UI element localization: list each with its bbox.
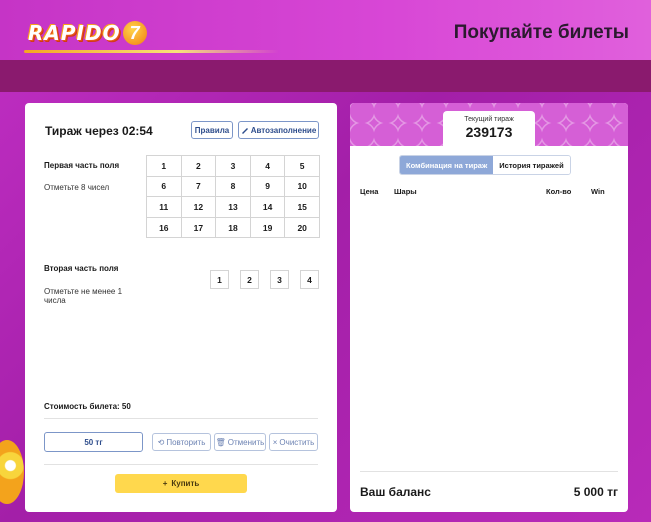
ticket-cost: Стоимость билета: 50 — [44, 402, 131, 411]
number-cell[interactable]: 18 — [216, 217, 251, 239]
rules-button-label: Правила — [194, 125, 230, 135]
draw-panel: Текущий тираж 239173 Комбинация на тираж… — [350, 103, 628, 512]
repeat-button-label: Повторить — [166, 437, 206, 447]
number-cell[interactable]: 8 — [216, 176, 251, 198]
cancel-button[interactable]: 🗑 Отменить — [214, 433, 266, 451]
number-cell[interactable]: 9 — [250, 176, 286, 198]
logo-underline — [24, 50, 279, 53]
second-part-hint-line2: числа — [44, 296, 66, 305]
number-cell[interactable]: 5 — [285, 156, 320, 177]
rapido-logo[interactable]: RAPIDO 7 — [28, 18, 147, 48]
draw-timer: Тираж через 02:54 — [45, 124, 153, 138]
column-price: Цена — [360, 187, 379, 196]
tab-history[interactable]: История тиражей — [493, 156, 570, 174]
cancel-button-label: Отменить — [227, 437, 265, 447]
second-number-grid: 1 2 3 4 — [210, 270, 319, 289]
number-cell[interactable]: 1 — [210, 270, 229, 289]
number-cell[interactable]: 3 — [216, 156, 251, 177]
logo-text: RAPIDO — [28, 21, 121, 45]
top-bar: RAPIDO 7 Покупайте билеты — [0, 0, 651, 60]
draw-tabs: Комбинация на тираж История тиражей — [399, 155, 571, 175]
number-cell[interactable]: 6 — [147, 176, 182, 198]
number-cell[interactable]: 2 — [240, 270, 259, 289]
repeat-icon: ⟲ — [157, 437, 165, 447]
divider — [44, 464, 318, 465]
number-cell[interactable]: 19 — [250, 217, 286, 239]
autofill-button-label: Автозаполнение — [250, 125, 317, 135]
repeat-button[interactable]: ⟲ Повторить — [152, 433, 211, 451]
divider — [360, 471, 618, 472]
column-quantity: Кол-во — [546, 187, 572, 196]
autofill-button[interactable]: Автозаполнение — [238, 121, 319, 139]
first-part-title: Первая часть поля — [44, 161, 120, 170]
number-cell[interactable]: 16 — [147, 217, 182, 239]
number-cell[interactable]: 7 — [181, 176, 217, 198]
number-cell[interactable]: 3 — [270, 270, 289, 289]
buy-button-label: Купить — [171, 479, 200, 488]
close-icon: × — [272, 437, 278, 447]
first-part-hint: Отметьте 8 чисел — [44, 183, 110, 192]
ticket-panel: Тираж через 02:54 Правила Автозаполнение… — [25, 103, 337, 512]
number-cell[interactable]: 1 — [147, 156, 182, 177]
second-part-title: Вторая часть поля — [44, 264, 119, 273]
plus-icon: + — [162, 479, 168, 488]
current-draw-label: Текущий тираж — [464, 116, 514, 123]
number-cell[interactable]: 2 — [181, 156, 217, 177]
balance-value: 5 000 тг — [573, 485, 618, 499]
current-draw-box: Текущий тираж 239173 — [443, 111, 535, 147]
logo-number: 7 — [122, 21, 147, 45]
divider — [44, 418, 318, 419]
number-cell[interactable]: 4 — [250, 156, 286, 177]
trash-icon: 🗑 — [215, 437, 226, 447]
number-cell[interactable]: 17 — [181, 217, 217, 239]
buy-button[interactable]: + Купить — [115, 474, 247, 493]
current-draw-number: 239173 — [465, 124, 513, 140]
number-cell[interactable]: 15 — [285, 197, 320, 218]
column-win: Win — [591, 187, 605, 196]
number-cell[interactable]: 4 — [300, 270, 319, 289]
balance-label: Ваш баланс — [360, 485, 431, 499]
second-part-hint-line1: Отметьте не менее 1 — [44, 287, 123, 296]
number-cell[interactable]: 10 — [285, 176, 320, 198]
clear-button[interactable]: × Очистить — [269, 433, 318, 451]
rules-button[interactable]: Правила — [191, 121, 233, 139]
header-band — [0, 60, 651, 92]
lottery-ball-decoration — [0, 440, 24, 504]
amount-field[interactable]: 50 тг — [44, 432, 143, 452]
clear-button-label: Очистить — [279, 437, 315, 447]
number-cell[interactable]: 20 — [285, 217, 320, 239]
number-cell[interactable]: 11 — [147, 197, 182, 218]
page-title: Покупайте билеты — [453, 22, 629, 43]
number-cell[interactable]: 12 — [181, 197, 217, 218]
tab-combinations[interactable]: Комбинация на тираж — [400, 156, 494, 174]
first-number-grid: 1 2 3 4 5 6 7 8 9 10 11 12 13 14 15 16 1… — [146, 155, 320, 239]
column-balls: Шары — [394, 187, 417, 196]
number-cell[interactable]: 13 — [216, 197, 251, 218]
pencil-icon — [241, 128, 248, 134]
number-cell[interactable]: 14 — [250, 197, 286, 218]
